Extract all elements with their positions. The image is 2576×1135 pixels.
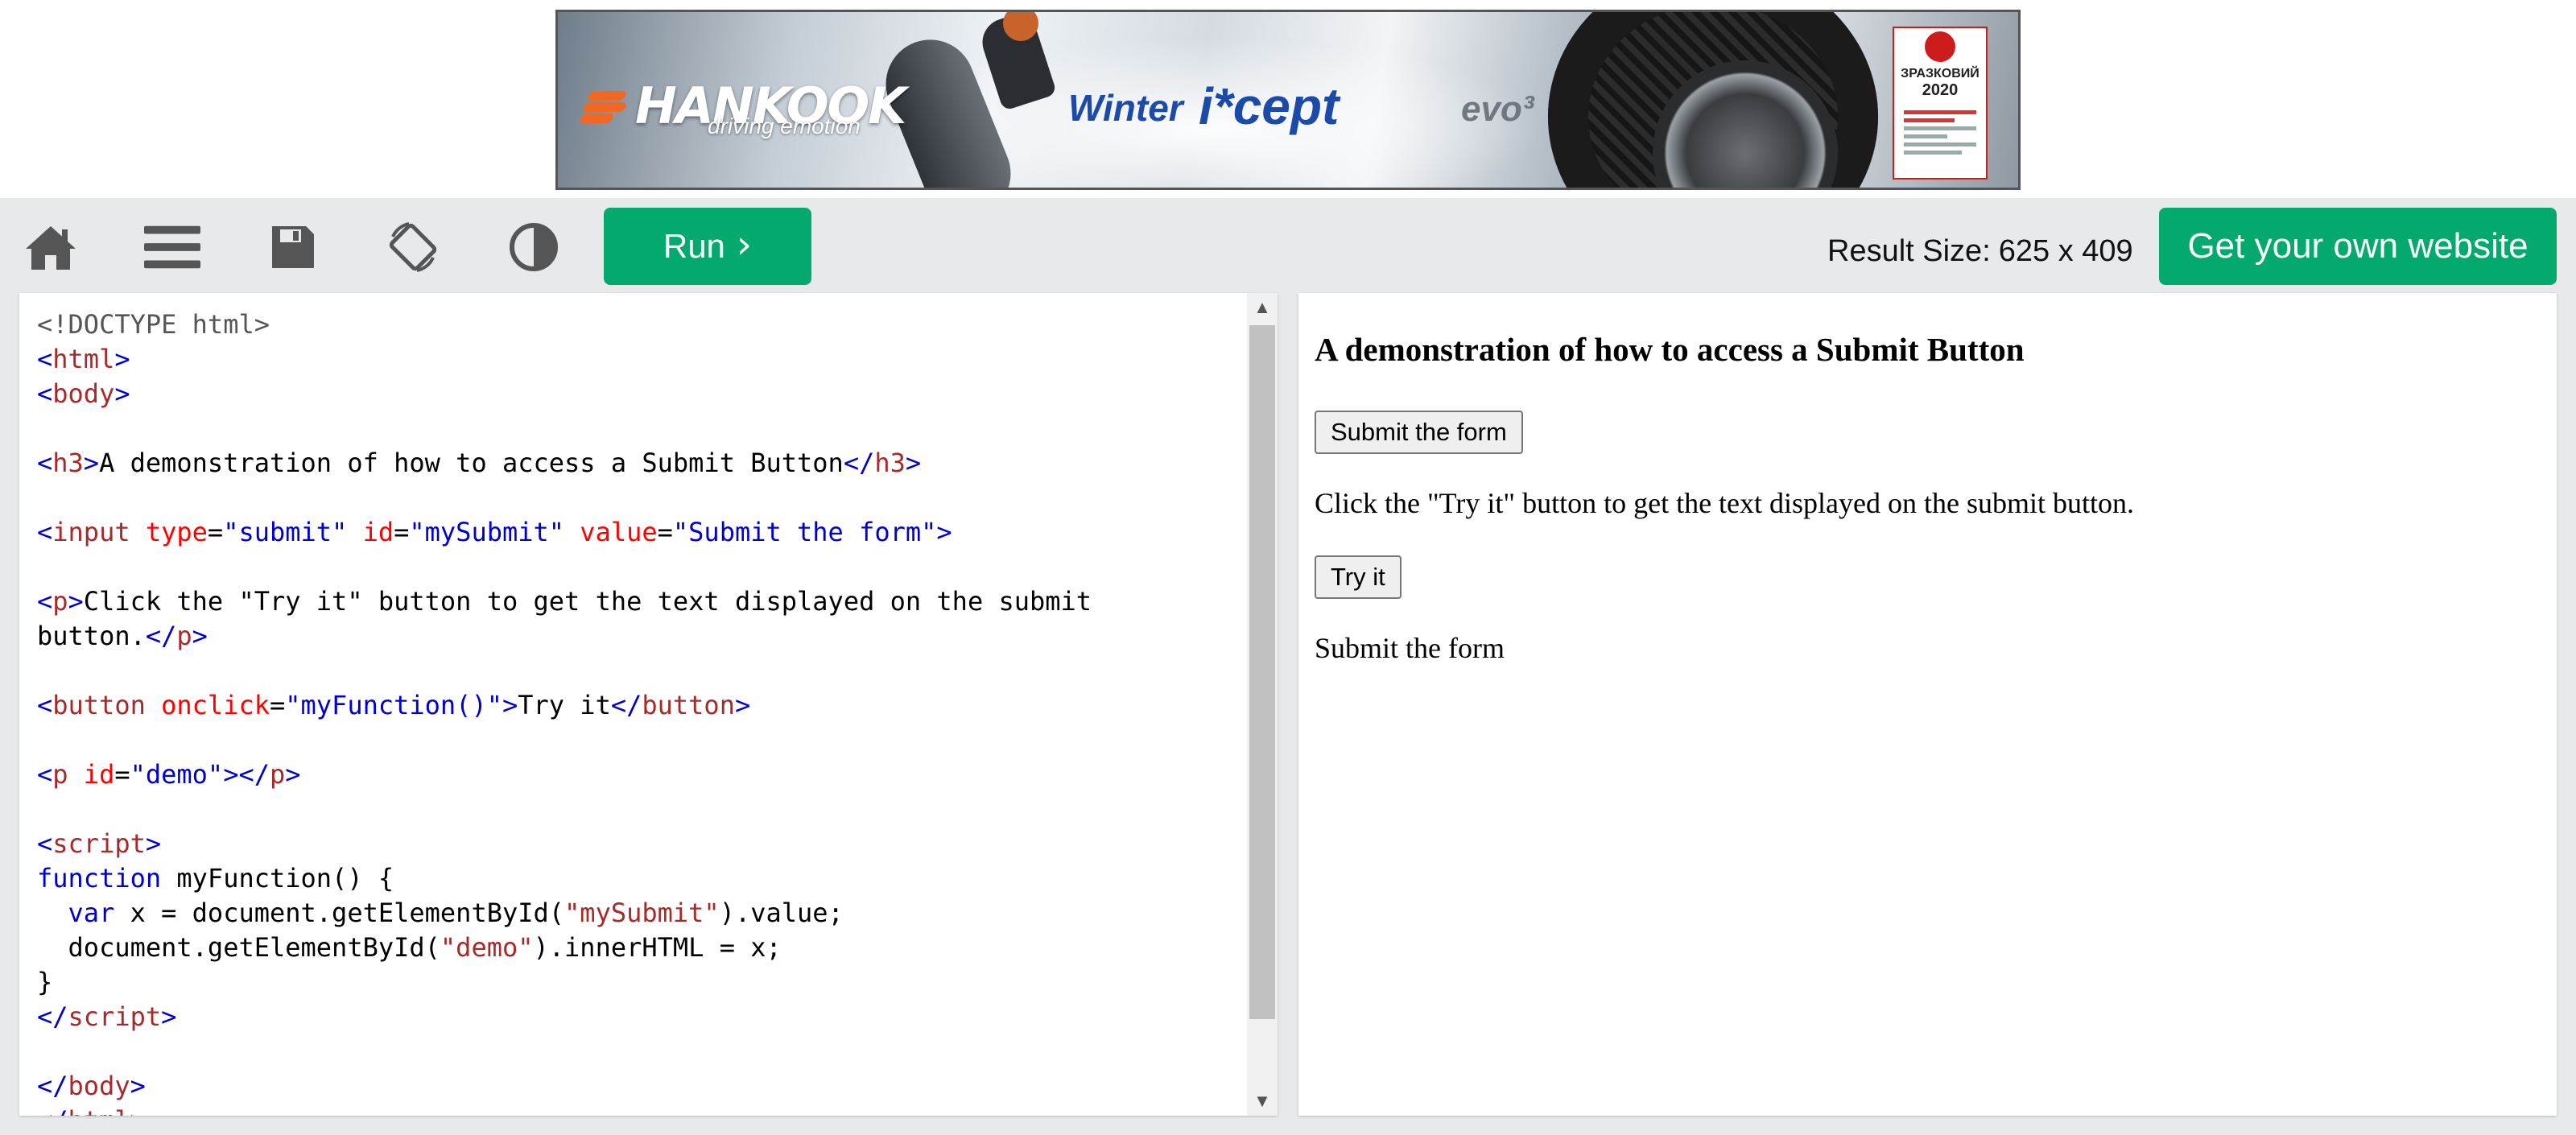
result-size-label: Result Size: [1827,234,1991,268]
result-heading: A demonstration of how to access a Submi… [1315,331,2025,368]
get-your-own-website-button[interactable]: Get your own website [2159,208,2557,285]
code-line: document.getElementById("demo").innerHTM… [37,932,782,963]
chevron-right-icon: › [736,222,753,267]
code-line: <script> [37,828,162,859]
code-line: <input type="submit" id="mySubmit" value… [37,517,952,547]
ad-product-suffix: evo³ [1461,89,1534,129]
code-line: <p id="demo"></p> [37,759,301,790]
code-line: <html> [37,344,130,374]
code-line: function myFunction() { [37,863,394,894]
ad-product-name: i*cept [1199,77,1340,135]
ad-tagline: driving emotion [708,114,861,138]
code-editor[interactable]: <!DOCTYPE html> <html> <body> <h3>A demonst… [19,293,1278,1116]
code-line: </script> [37,1001,177,1032]
instruction-text: Click the "Try it" button to get the tex… [1315,487,2135,519]
ad-badge-year: 2020 [1922,81,1959,99]
result-pane: A demonstration of how to access a Submi… [1298,293,2557,1116]
result-size-value: 625 x 409 [1998,234,2133,268]
code-content[interactable]: <!DOCTYPE html> <html> <body> <h3>A demonst… [37,307,1092,1116]
demo-output: Submit the form [1315,632,1505,664]
submit-the-form-button[interactable]: Submit the form [1315,411,1523,454]
run-button[interactable]: Run › [604,208,811,285]
ad-badge-emblem [1925,31,1955,62]
code-line: var x = document.getElementById("mySubmi… [68,898,844,928]
code-line: <p>Click the "Try it" button to get the … [37,586,1092,617]
ad-badge-title: ЗРАЗКОВИЙ [1901,67,1979,80]
code-line: <button onclick="myFunction()">Try it</b… [37,690,751,720]
save-icon[interactable] [265,219,321,275]
ad-product-word: Winter [1068,87,1183,129]
result-size: Result Size: 625 x 409 [1827,234,2133,269]
ad-strip: HANKOOK driving emotion Winter i*cept ev… [0,0,2576,198]
code-line: } [37,967,53,997]
code-line: <h3>A demonstration of how to access a S… [37,448,922,478]
hankook-logo-icon [578,88,630,125]
ad-badge-fineprint [1904,106,1976,159]
scroll-up-arrow-icon[interactable]: ▲ [1247,293,1278,322]
scroll-down-arrow-icon[interactable]: ▼ [1247,1087,1278,1116]
scrollbar-thumb[interactable] [1249,325,1275,1019]
hankook-ad-banner[interactable]: HANKOOK driving emotion Winter i*cept ev… [555,10,2021,190]
code-line: </body> [37,1071,146,1101]
contrast-icon[interactable] [506,219,562,275]
code-line: <body> [37,378,130,409]
run-label: Run [663,227,725,265]
code-line: button.</p> [37,621,208,651]
home-icon[interactable] [23,219,79,275]
code-line: </html> [37,1104,1092,1116]
rotate-icon[interactable] [385,219,441,275]
code-line: <!DOCTYPE html> [37,309,270,340]
try-it-button[interactable]: Try it [1315,555,1402,599]
toolbar: Run › Result Size: 625 x 409 Get your own… [0,198,2576,295]
editor-scrollbar[interactable]: ▲ ▼ [1247,293,1278,1116]
menu-icon[interactable] [144,219,200,275]
ad-award-badge: ЗРАЗКОВИЙ 2020 [1893,27,1988,180]
